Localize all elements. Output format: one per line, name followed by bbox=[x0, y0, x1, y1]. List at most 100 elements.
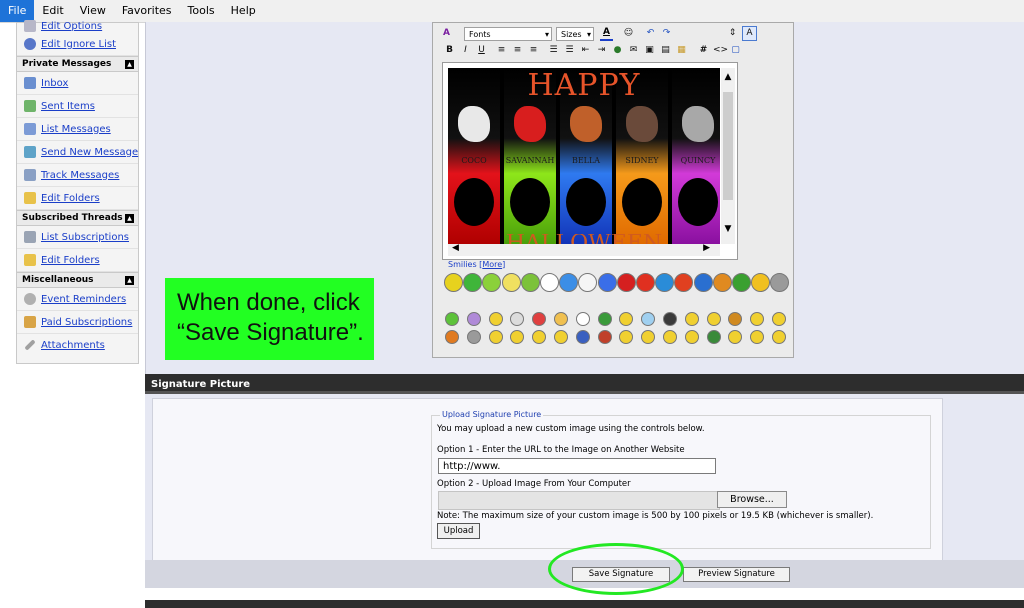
sidebar-link[interactable]: Attachments bbox=[41, 340, 105, 351]
sidebar-item-attachments[interactable]: Attachments bbox=[17, 334, 138, 356]
menu-help[interactable]: Help bbox=[223, 0, 264, 22]
align-right-icon[interactable]: ≡ bbox=[527, 44, 540, 57]
smiley-icon[interactable] bbox=[540, 273, 559, 292]
php-icon[interactable]: ▢ bbox=[729, 44, 742, 57]
smiley-icon[interactable] bbox=[488, 330, 503, 344]
smiley-icon[interactable] bbox=[488, 312, 503, 326]
smiley-icon[interactable] bbox=[732, 273, 751, 292]
unordered-list-icon[interactable]: ☰ bbox=[563, 44, 576, 57]
italic-icon[interactable]: I bbox=[459, 44, 472, 57]
align-left-icon[interactable]: ≡ bbox=[495, 44, 508, 57]
editor-horizontal-scrollbar[interactable]: ◀ ▶ bbox=[448, 243, 720, 256]
smiley-icon[interactable] bbox=[501, 273, 521, 292]
section-header-miscellaneous[interactable]: Miscellaneous ▲ bbox=[17, 272, 138, 288]
smiley-icon[interactable] bbox=[597, 273, 617, 292]
collapse-icon[interactable]: ▲ bbox=[125, 275, 134, 285]
smiley-icon[interactable] bbox=[466, 312, 481, 326]
smiley-icon[interactable] bbox=[597, 312, 612, 326]
sidebar-link[interactable]: Event Reminders bbox=[41, 294, 126, 305]
redo-icon[interactable]: ↷ bbox=[660, 27, 673, 40]
scroll-right-icon[interactable]: ▶ bbox=[703, 243, 710, 253]
hash-icon[interactable]: # bbox=[697, 44, 710, 57]
sidebar-link[interactable]: Edit Folders bbox=[41, 193, 100, 204]
collapse-icon[interactable]: ▲ bbox=[125, 59, 134, 69]
more-smilies-link[interactable]: More bbox=[482, 260, 502, 269]
image-icon[interactable]: ▣ bbox=[643, 44, 656, 57]
sidebar-link[interactable]: Edit Folders bbox=[41, 255, 100, 266]
sidebar-item-sent-items[interactable]: Sent Items bbox=[17, 95, 138, 118]
upload-button[interactable]: Upload bbox=[437, 523, 480, 539]
smiley-icon[interactable] bbox=[772, 330, 786, 344]
smiley-icon[interactable] bbox=[772, 312, 786, 326]
smiley-icon[interactable] bbox=[597, 330, 612, 344]
file-path-input[interactable] bbox=[438, 491, 720, 510]
sidebar-item-list-messages[interactable]: List Messages bbox=[17, 118, 138, 141]
underline-icon[interactable]: U bbox=[475, 44, 488, 57]
sidebar-item-edit-folders[interactable]: Edit Folders bbox=[17, 187, 138, 210]
smiley-icon[interactable] bbox=[663, 330, 677, 344]
smiley-icon[interactable] bbox=[554, 330, 568, 344]
code-icon[interactable]: <> bbox=[713, 44, 728, 57]
smiley-icon[interactable] bbox=[445, 330, 459, 344]
size-select[interactable]: Sizes bbox=[556, 26, 594, 42]
font-select[interactable]: Fonts bbox=[464, 26, 552, 42]
smiley-icon[interactable] bbox=[693, 273, 713, 292]
undo-icon[interactable]: ↶ bbox=[644, 27, 657, 40]
sidebar-link[interactable]: Edit Ignore List bbox=[41, 39, 116, 50]
smiley-icon[interactable] bbox=[575, 330, 590, 344]
sidebar-item-edit-folders-2[interactable]: Edit Folders bbox=[17, 249, 138, 272]
link-icon[interactable]: ● bbox=[611, 44, 624, 57]
editor-vertical-scrollbar[interactable]: ▲ ▼ bbox=[721, 68, 735, 244]
sidebar-link[interactable]: Track Messages bbox=[41, 170, 119, 181]
sidebar-link[interactable]: Edit Options bbox=[41, 21, 102, 32]
smiley-icon[interactable] bbox=[663, 312, 677, 326]
smiley-icon[interactable] bbox=[706, 330, 721, 344]
smiley-icon[interactable] bbox=[444, 273, 463, 292]
smiley-icon[interactable] bbox=[636, 273, 655, 292]
smiley-icon[interactable] bbox=[712, 273, 732, 292]
sidebar-link[interactable]: Send New Message bbox=[41, 147, 138, 158]
sidebar-item-edit-ignore-list[interactable]: Edit Ignore List bbox=[17, 33, 138, 56]
email-link-icon[interactable]: ✉ bbox=[627, 44, 640, 57]
smiley-icon[interactable] bbox=[445, 312, 459, 326]
collapse-icon[interactable]: ▲ bbox=[125, 213, 134, 223]
outdent-icon[interactable]: ⇤ bbox=[579, 44, 592, 57]
ordered-list-icon[interactable]: ☰ bbox=[547, 44, 560, 57]
sidebar-item-send-new-message[interactable]: Send New Message bbox=[17, 141, 138, 164]
smiley-icon[interactable] bbox=[575, 312, 590, 326]
resize-icon[interactable]: ⇕ bbox=[726, 27, 739, 40]
scroll-up-icon[interactable]: ▲ bbox=[721, 72, 735, 82]
sidebar-item-edit-options[interactable]: Edit Options bbox=[17, 19, 138, 33]
sidebar-item-event-reminders[interactable]: Event Reminders bbox=[17, 288, 138, 311]
sidebar-item-list-subscriptions[interactable]: List Subscriptions bbox=[17, 226, 138, 249]
section-header-private-messages[interactable]: Private Messages ▲ bbox=[17, 56, 138, 72]
smiley-icon[interactable] bbox=[684, 312, 699, 326]
bold-icon[interactable]: B bbox=[443, 44, 456, 57]
scroll-down-icon[interactable]: ▼ bbox=[721, 224, 735, 234]
indent-icon[interactable]: ⇥ bbox=[595, 44, 608, 57]
smiley-icon[interactable] bbox=[554, 312, 568, 326]
image-url-input[interactable]: http://www. bbox=[438, 458, 716, 474]
sidebar-link[interactable]: Inbox bbox=[41, 78, 68, 89]
sidebar-link[interactable]: List Messages bbox=[41, 124, 111, 135]
scroll-left-icon[interactable]: ◀ bbox=[452, 243, 459, 253]
scroll-thumb[interactable] bbox=[723, 92, 733, 200]
text-color-icon[interactable]: A bbox=[600, 26, 613, 41]
align-center-icon[interactable]: ≡ bbox=[511, 44, 524, 57]
switch-mode-icon[interactable]: A bbox=[742, 26, 757, 41]
remove-format-icon[interactable]: A bbox=[440, 27, 453, 40]
smiley-icon[interactable] bbox=[616, 273, 636, 292]
smiley-icon[interactable] bbox=[466, 330, 481, 344]
sidebar-item-inbox[interactable]: Inbox bbox=[17, 72, 138, 95]
smiley-icon[interactable] bbox=[684, 330, 699, 344]
sidebar-link[interactable]: List Subscriptions bbox=[41, 232, 129, 243]
smiley-icon[interactable] bbox=[706, 312, 721, 326]
attachment-icon[interactable]: ▤ bbox=[659, 44, 672, 57]
section-header-subscribed-threads[interactable]: Subscribed Threads ▲ bbox=[17, 210, 138, 226]
sidebar-item-track-messages[interactable]: Track Messages bbox=[17, 164, 138, 187]
sidebar-link[interactable]: Sent Items bbox=[41, 101, 95, 112]
browse-button[interactable]: Browse... bbox=[717, 491, 787, 508]
quote-icon[interactable]: ▦ bbox=[675, 44, 688, 57]
sidebar-link[interactable]: Paid Subscriptions bbox=[41, 317, 132, 328]
menu-tools[interactable]: Tools bbox=[180, 0, 223, 22]
